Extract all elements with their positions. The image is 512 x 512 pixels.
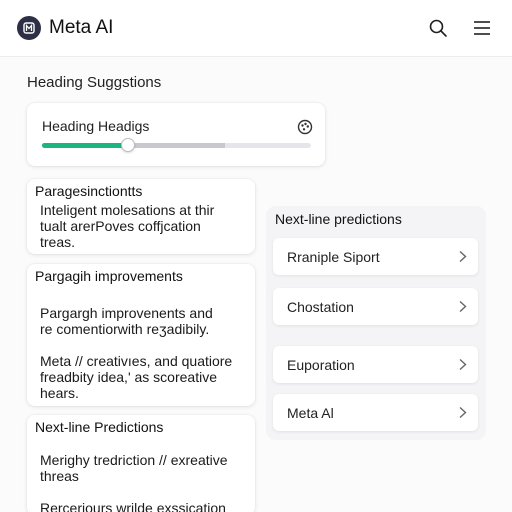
card-line: Merighy tredriction // exreative bbox=[40, 452, 228, 468]
chevron-right-icon bbox=[457, 406, 469, 419]
heading-slider-card: Heading Headigs bbox=[27, 103, 325, 166]
app-title: Meta AI bbox=[49, 17, 114, 38]
card-line: re comentiorwith reʒadibily. bbox=[40, 321, 210, 337]
card-line: threas bbox=[40, 468, 79, 484]
panel-title: Next-line predictions bbox=[275, 211, 402, 227]
slider-fill bbox=[42, 143, 129, 148]
prediction-item-label: Meta Al bbox=[287, 405, 334, 421]
card-line: Pargargh improvenents and bbox=[40, 305, 213, 321]
card-line: hears. bbox=[40, 385, 79, 401]
prediction-item[interactable]: Meta Al bbox=[273, 394, 478, 431]
prediction-item[interactable]: Euporation bbox=[273, 346, 478, 383]
card-title: Pargagih improvements bbox=[35, 268, 183, 284]
search-icon[interactable] bbox=[428, 18, 448, 38]
card-line: tualt arerPoves coffjcation bbox=[40, 218, 201, 234]
prediction-item-label: Rraniple Siport bbox=[287, 249, 380, 265]
palette-icon[interactable] bbox=[297, 119, 313, 135]
prediction-item-label: Euporation bbox=[287, 357, 355, 373]
meta-logo-icon[interactable] bbox=[17, 16, 41, 40]
chevron-right-icon bbox=[457, 358, 469, 371]
slider-thumb[interactable] bbox=[121, 138, 136, 152]
prediction-item[interactable]: Chostation bbox=[273, 288, 478, 325]
suggestion-card[interactable]: Next-line Predictions Merighy tredrictio… bbox=[27, 415, 255, 512]
suggestion-card[interactable]: Pargagih improvements Pargargh improvene… bbox=[27, 264, 255, 406]
chevron-right-icon bbox=[457, 300, 469, 313]
section-title: Heading Suggstions bbox=[27, 74, 162, 91]
app-header: Meta AI bbox=[0, 0, 512, 57]
card-title: Next-line Predictions bbox=[35, 419, 164, 435]
card-title: Paragesinctiontts bbox=[35, 183, 143, 199]
slider-label: Heading Headigs bbox=[42, 118, 150, 134]
prediction-item[interactable]: Rraniple Siport bbox=[273, 238, 478, 275]
suggestion-card[interactable]: Paragesinctiontts Inteligent molesations… bbox=[27, 179, 255, 254]
slider-track[interactable] bbox=[42, 143, 311, 148]
card-line: Meta // creativıes, and quatiore bbox=[40, 353, 233, 369]
chevron-right-icon bbox=[457, 250, 469, 263]
card-line: Rercerjours wrilde exssication bbox=[40, 500, 226, 512]
card-line: Inteligent molesations at thir bbox=[40, 202, 215, 218]
prediction-item-label: Chostation bbox=[287, 299, 354, 315]
card-line: treas. bbox=[40, 234, 76, 250]
menu-icon[interactable] bbox=[472, 18, 492, 38]
card-line: freadbity idea,' as scoreative bbox=[40, 369, 217, 385]
